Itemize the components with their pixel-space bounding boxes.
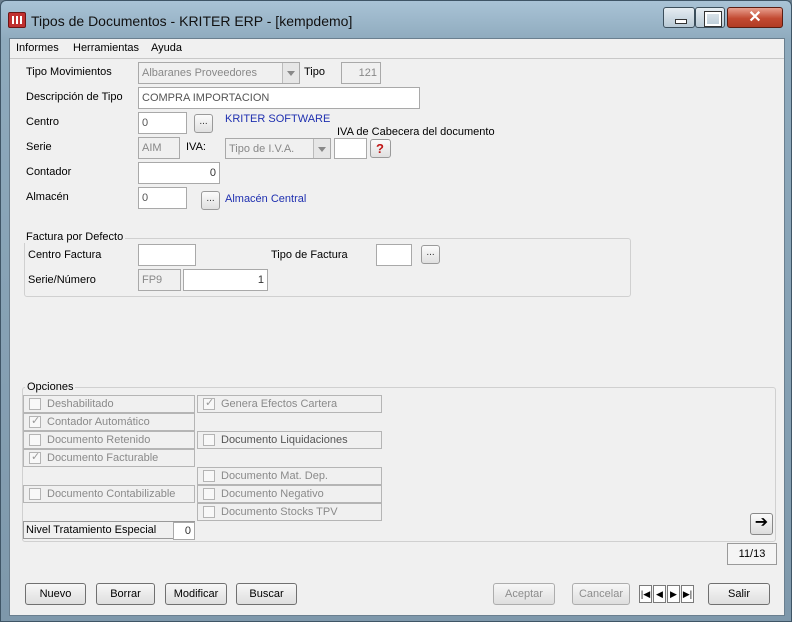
last-record-icon[interactable]: ▶| [681,585,694,603]
nivel-tratamiento-label: Nivel Tratamiento Especial [26,524,157,536]
factura-group-title: Factura por Defecto [24,231,126,243]
cancelar-button[interactable]: Cancelar [572,583,630,605]
factura-group [24,238,631,297]
checkbox-icon [203,488,215,500]
option-documento-facturable[interactable]: Documento Facturable [23,449,195,467]
tipo-field[interactable]: 121 [341,62,381,84]
checkbox-icon [203,506,215,518]
menu-ayuda[interactable]: Ayuda [151,42,182,54]
tipo-movimientos-select[interactable]: Albaranes Proveedores [138,62,300,84]
first-record-icon[interactable]: |◀ [639,585,652,603]
nuevo-button[interactable]: Nuevo [25,583,86,605]
checkbox-icon [29,398,41,410]
maximize-button[interactable] [695,7,725,28]
tipo-movimientos-label: Tipo Movimientos [26,66,112,78]
close-window-button[interactable]: ✕ [727,7,783,28]
aceptar-button[interactable]: Aceptar [493,583,555,605]
title-bar: Tipos de Documentos - KRITER ERP - [kemp… [1,1,791,37]
close-icon: ✕ [748,9,762,26]
app-window: Tipos de Documentos - KRITER ERP - [kemp… [0,0,792,622]
menu-informes[interactable]: Informes [16,42,59,54]
descripcion-label: Descripción de Tipo [26,91,123,103]
numero-factura-field[interactable]: 1 [183,269,268,291]
buscar-button[interactable]: Buscar [236,583,297,605]
iva-cabecera-label: IVA de Cabecera del documento [337,126,495,138]
checkbox-checked-icon [29,414,41,428]
option-documento-liquidaciones[interactable]: Documento Liquidaciones [197,431,382,449]
almacen-name: Almacén Central [225,193,307,205]
option-documento-stocks-tpv[interactable]: Documento Stocks TPV [197,503,382,521]
iva-select-value: Tipo de I.V.A. [229,143,295,155]
checkbox-icon [29,434,41,446]
option-label: Documento Mat. Dep. [221,470,328,482]
option-label: Contador Automático [47,416,150,428]
almacen-field[interactable]: 0 [138,187,187,209]
nivel-tratamiento-field[interactable]: 0 [173,522,195,540]
centro-factura-label: Centro Factura [28,249,102,261]
chevron-down-icon [282,63,299,83]
nivel-tratamiento-row: Nivel Tratamiento Especial [23,521,195,539]
option-documento-mat-dep[interactable]: Documento Mat. Dep. [197,467,382,485]
salir-button[interactable]: Salir [708,583,770,605]
tipo-factura-field[interactable] [376,244,412,266]
option-documento-negativo[interactable]: Documento Negativo [197,485,382,503]
help-icon[interactable] [370,139,391,158]
menu-bar: Informes Herramientas Ayuda [10,39,784,59]
option-documento-retenido[interactable]: Documento Retenido [23,431,195,449]
centro-factura-field[interactable] [138,244,196,266]
checkbox-checked-icon [29,450,41,464]
centro-name: KRITER SOFTWARE [225,113,331,125]
option-label: Deshabilitado [47,398,114,410]
minimize-button[interactable] [663,7,695,28]
almacen-label: Almacén [26,191,69,203]
serie-label: Serie [26,141,52,153]
option-label: Documento Contabilizable [47,488,176,500]
centro-lookup-button[interactable]: ... [194,114,213,133]
almacen-lookup-button[interactable]: ... [201,191,220,210]
tipo-label: Tipo [304,66,325,78]
option-documento-contabilizable[interactable]: Documento Contabilizable [23,485,195,503]
tipo-factura-lookup-button[interactable]: ... [421,245,440,264]
option-label: Documento Stocks TPV [221,506,338,518]
tipo-factura-label: Tipo de Factura [271,249,348,261]
option-label: Documento Facturable [47,452,159,464]
modificar-button[interactable]: Modificar [165,583,227,605]
checkbox-checked-icon [203,396,215,410]
option-label: Documento Retenido [47,434,151,446]
option-label: Genera Efectos Cartera [221,398,338,410]
contador-label: Contador [26,166,72,178]
arrow-right-icon[interactable]: ➔ [750,513,773,535]
client-area: Informes Herramientas Ayuda Tipo Movimie… [9,38,785,616]
record-counter: 11/13 [727,543,777,565]
tipo-movimientos-value: Albaranes Proveedores [142,67,257,79]
app-icon [8,12,26,28]
iva-label: IVA: [186,141,206,153]
contador-field[interactable]: 0 [138,162,220,184]
checkbox-icon [203,434,215,446]
checkbox-icon [29,488,41,500]
option-label: Documento Liquidaciones [221,434,348,446]
serie-numero-label: Serie/Número [28,274,96,286]
serie-field[interactable]: AIM [138,137,180,159]
borrar-button[interactable]: Borrar [96,583,155,605]
option-genera-efectos-cartera[interactable]: Genera Efectos Cartera [197,395,382,413]
iva-select[interactable]: Tipo de I.V.A. [225,138,331,159]
option-contador-automatico[interactable]: Contador Automático [23,413,195,431]
next-record-icon[interactable]: ▶ [667,585,680,603]
option-label: Documento Negativo [221,488,324,500]
iva-cabecera-field[interactable] [334,138,367,159]
centro-label: Centro [26,116,60,128]
opciones-group-title: Opciones [25,381,76,393]
menu-herramientas[interactable]: Herramientas [73,42,139,54]
window-title: Tipos de Documentos - KRITER ERP - [kemp… [31,13,353,29]
checkbox-icon [203,470,215,482]
centro-field[interactable]: 0 [138,112,187,134]
previous-record-icon[interactable]: ◀ [653,585,666,603]
descripcion-field[interactable]: COMPRA IMPORTACION [138,87,420,109]
option-deshabilitado[interactable]: Deshabilitado [23,395,195,413]
serie-factura-field[interactable]: FP9 [138,269,181,291]
chevron-down-icon [313,139,330,158]
